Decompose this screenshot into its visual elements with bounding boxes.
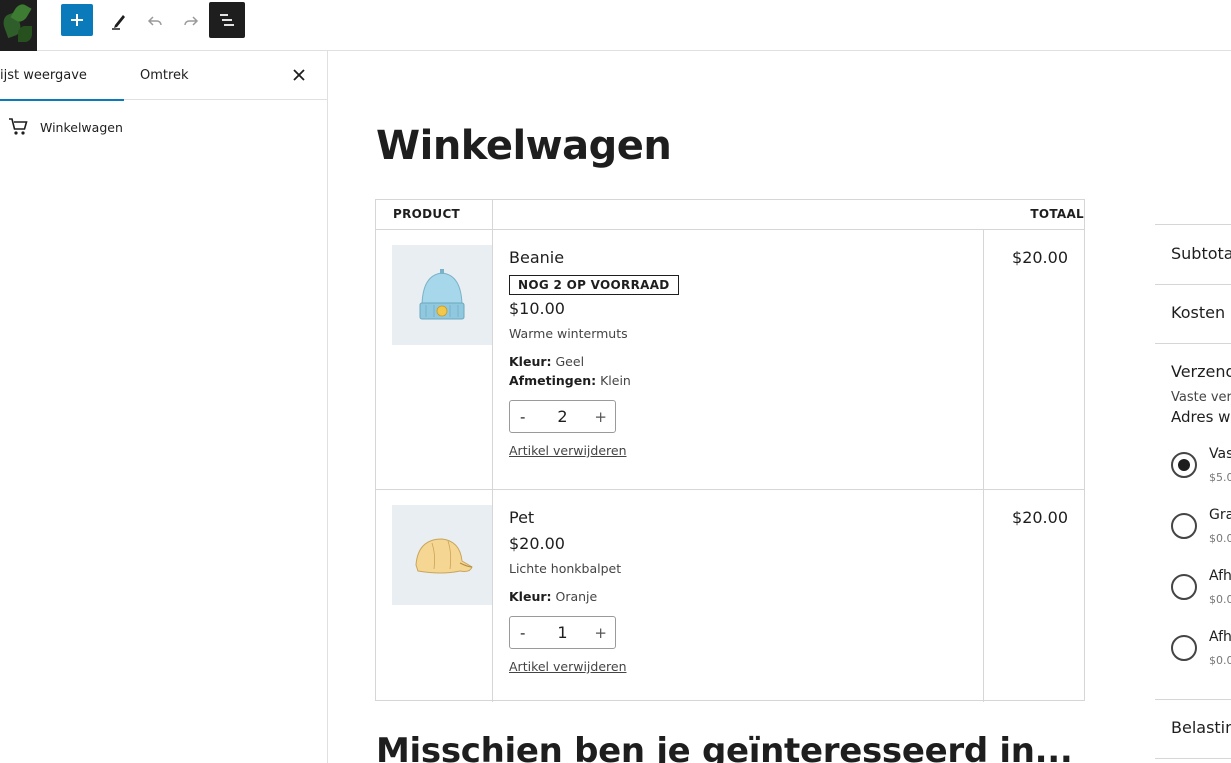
related-products-title[interactable]: Misschien ben je geïnteresseerd in...: [376, 731, 1073, 763]
sidebar-item-cart-block[interactable]: Winkelwagen: [8, 116, 123, 138]
product-meta-color: Kleur: Oranje: [509, 589, 598, 604]
shipping-option-label[interactable]: Gra: [1209, 507, 1231, 523]
quantity-increase-button[interactable]: +: [594, 617, 607, 648]
product-name[interactable]: Pet: [509, 508, 969, 527]
beanie-image: [419, 269, 465, 320]
product-description: Warme wintermuts: [509, 326, 628, 341]
shipping-option-radio[interactable]: [1171, 574, 1197, 600]
shipping-option-price: $0.0: [1209, 593, 1231, 606]
product-info: Pet $20.00 Lichte honkbalpet Kleur: Oran…: [509, 508, 969, 675]
product-info: Beanie NOG 2 OP VOORRAAD $10.00 Warme wi…: [509, 248, 969, 459]
product-name[interactable]: Beanie: [509, 248, 969, 267]
undo-icon: [147, 16, 162, 26]
product-description: Lichte honkbalpet: [509, 561, 622, 576]
shipping-option-label[interactable]: Vas: [1209, 446, 1231, 462]
table-row: Pet $20.00 Lichte honkbalpet Kleur: Oran…: [376, 490, 1084, 702]
quantity-stepper: - 1 +: [509, 616, 616, 649]
list-view-sidebar: ijst weergave Omtrek Winkelwagen: [0, 51, 328, 763]
product-meta-size: Afmetingen: Klein: [509, 373, 631, 388]
shipping-option-price: $0.0: [1209, 654, 1231, 667]
shipping-label: Verzend: [1171, 362, 1231, 381]
shipping-option-price: $0.0: [1209, 532, 1231, 545]
quantity-increase-button[interactable]: +: [594, 401, 607, 432]
cap-image: [415, 538, 473, 574]
redo-icon: [184, 16, 199, 26]
tools-button[interactable]: [101, 3, 137, 39]
shipping-option-radio[interactable]: [1171, 452, 1197, 478]
shipping-address-note: Adres w: [1171, 408, 1231, 426]
site-logo[interactable]: [0, 0, 37, 51]
editor-canvas: Winkelwagen PRODUCT TOTAAL Beanie NOG 2 …: [329, 51, 1231, 763]
editor-toolbar: [0, 0, 1231, 51]
sidebar-tabs: ijst weergave Omtrek: [0, 51, 327, 101]
subtotal-label: Subtota: [1171, 244, 1231, 263]
page-title[interactable]: Winkelwagen: [376, 123, 672, 169]
list-view-button[interactable]: [209, 2, 245, 38]
product-image-beanie[interactable]: [392, 245, 492, 345]
remove-item-link[interactable]: Artikel verwijderen: [509, 443, 627, 458]
shipping-note: Vaste ver: [1171, 390, 1231, 405]
product-image-cap[interactable]: [392, 505, 492, 605]
shipping-option-radio[interactable]: [1171, 513, 1197, 539]
cart-table-header: PRODUCT TOTAAL: [376, 200, 1084, 230]
list-view-icon: [220, 14, 234, 26]
sidebar-item-label: Winkelwagen: [40, 119, 123, 135]
plus-icon: [71, 14, 83, 26]
product-price: $20.00: [509, 534, 565, 553]
redo-button[interactable]: [173, 3, 209, 39]
cart-table: PRODUCT TOTAAL Beanie NOG 2 OP VOORRAAD …: [375, 199, 1085, 702]
undo-button[interactable]: [137, 3, 173, 39]
shipping-option-label[interactable]: Afh: [1209, 568, 1231, 584]
quantity-stepper: - 2 +: [509, 400, 616, 433]
add-block-button[interactable]: [61, 4, 93, 36]
pencil-icon: [112, 15, 125, 30]
tab-outline[interactable]: Omtrek: [140, 51, 189, 100]
product-meta-color: Kleur: Geel: [509, 354, 585, 369]
shipping-option-radio[interactable]: [1171, 635, 1197, 661]
shipping-option-price: $5.0: [1209, 471, 1231, 484]
stock-badge: NOG 2 OP VOORRAAD: [509, 275, 679, 295]
fees-label: Kosten: [1171, 303, 1226, 322]
taxes-label: Belastin: [1171, 718, 1231, 737]
tab-list-view[interactable]: ijst weergave: [0, 51, 124, 101]
header-product: PRODUCT: [393, 207, 461, 221]
table-row: Beanie NOG 2 OP VOORRAAD $10.00 Warme wi…: [376, 230, 1084, 490]
row-total: $20.00: [1012, 248, 1068, 267]
cart-icon: [9, 118, 28, 135]
remove-item-link[interactable]: Artikel verwijderen: [509, 659, 627, 674]
header-total: TOTAAL: [1030, 207, 1084, 221]
row-total: $20.00: [1012, 508, 1068, 527]
close-sidebar-button[interactable]: [288, 64, 310, 86]
shipping-option-label[interactable]: Afh: [1209, 629, 1231, 645]
product-price: $10.00: [509, 299, 565, 318]
close-icon: [293, 69, 305, 81]
